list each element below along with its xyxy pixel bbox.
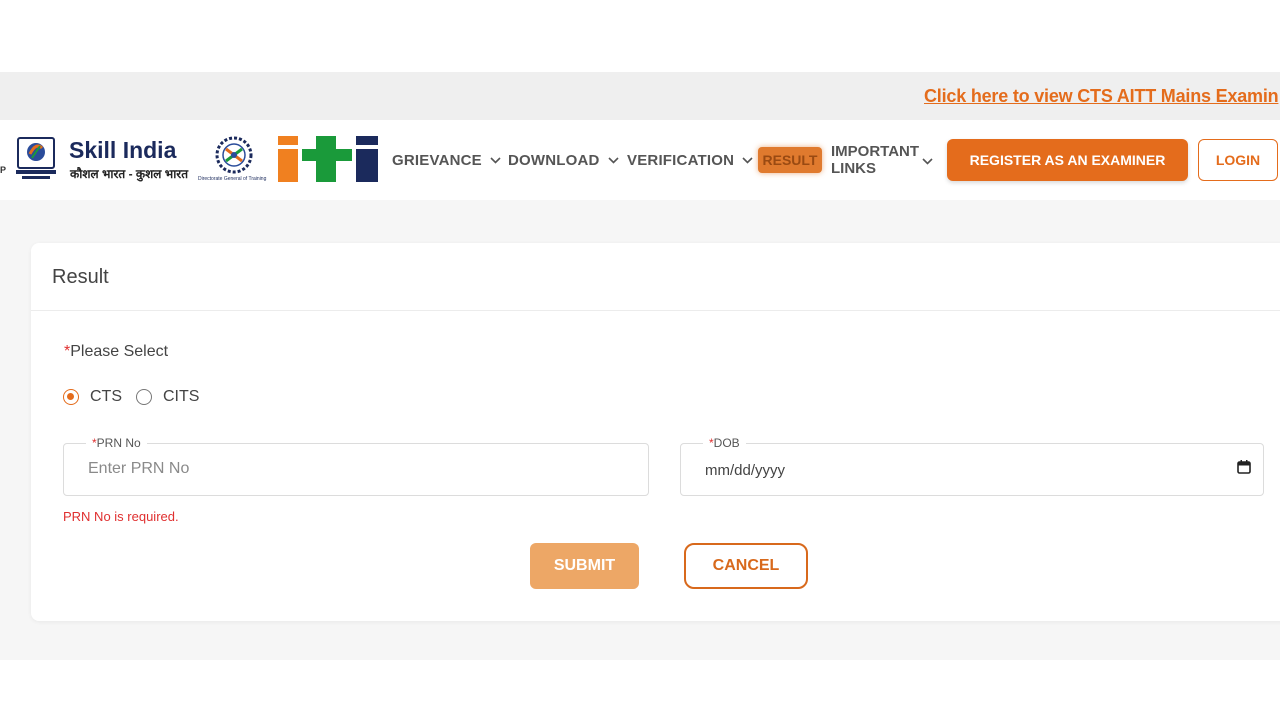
submit-button[interactable]: SUBMIT: [530, 543, 639, 589]
announcement-ticker: Click here to view CTS AITT Mains Examin: [0, 72, 1280, 120]
nav-download-label: DOWNLOAD: [508, 151, 600, 169]
radio-cts-circle[interactable]: [63, 389, 79, 405]
skill-india-tagline: कौशल भारत - कुशल भारत: [70, 167, 189, 181]
login-button[interactable]: LOGIN: [1198, 139, 1278, 181]
partial-left-text: P: [0, 165, 7, 175]
nav-important-line2: LINKS: [831, 160, 876, 177]
nav-important-links[interactable]: IMPORTANT LINKS: [831, 143, 919, 177]
nav-grievance-label: GRIEVANCE: [392, 151, 482, 169]
please-select-text: Please Select: [70, 343, 169, 360]
nav-grievance[interactable]: GRIEVANCE: [392, 143, 501, 177]
result-card: Result *Please Select CTS CITS *PRN No *…: [31, 243, 1280, 621]
radio-cts[interactable]: CTS: [63, 388, 122, 406]
card-header: Result: [31, 243, 1280, 311]
please-select-label: *Please Select: [64, 343, 168, 361]
dob-input[interactable]: mm/dd/yyyy: [705, 462, 785, 479]
dob-label: *DOB: [703, 436, 746, 450]
radio-cts-label: CTS: [90, 388, 122, 405]
dob-field: *DOB mm/dd/yyyy: [680, 436, 1264, 496]
chevron-down-icon: [742, 156, 753, 164]
skill-india-logo[interactable]: Skill India कौशल भारत - कुशल भारत: [14, 136, 190, 182]
radio-cits[interactable]: CITS: [136, 388, 199, 406]
skill-india-title: Skill India: [69, 137, 177, 163]
nav-verification-label: VERIFICATION: [627, 151, 735, 169]
dgt-emblem-icon: [215, 136, 253, 174]
prn-field: *PRN No: [63, 436, 649, 496]
chevron-down-icon: [490, 156, 501, 164]
ticker-link[interactable]: Click here to view CTS AITT Mains Examin: [924, 86, 1279, 107]
skill-india-emblem-icon: [16, 137, 56, 179]
page-title: Result: [52, 266, 109, 288]
radio-cits-label: CITS: [163, 388, 200, 405]
cancel-button[interactable]: CANCEL: [684, 543, 808, 589]
nav-download[interactable]: DOWNLOAD: [508, 143, 619, 177]
prn-input[interactable]: [88, 460, 588, 478]
nav-verification[interactable]: VERIFICATION: [627, 143, 753, 177]
calendar-icon[interactable]: [1237, 460, 1251, 479]
register-examiner-button[interactable]: REGISTER AS AN EXAMINER: [947, 139, 1188, 181]
chevron-down-icon[interactable]: [922, 152, 933, 170]
iti-logo-icon: [278, 136, 378, 182]
dgt-logo[interactable]: Directorate General of Training: [198, 135, 270, 183]
dgt-caption: Directorate General of Training: [198, 176, 267, 182]
chevron-down-icon: [608, 156, 619, 164]
prn-error-message: PRN No is required.: [63, 509, 179, 524]
nav-result[interactable]: RESULT: [758, 147, 822, 173]
radio-cits-circle[interactable]: [136, 389, 152, 405]
prn-label: *PRN No: [86, 436, 147, 450]
nav-important-line1: IMPORTANT: [831, 143, 920, 160]
iti-logo[interactable]: iti: [278, 136, 378, 182]
